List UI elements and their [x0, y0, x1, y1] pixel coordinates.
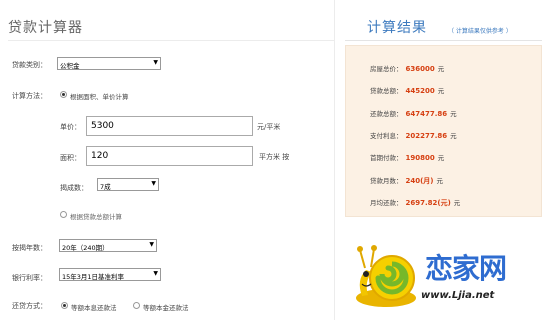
calc-method-total-label: 根据贷款总额计算: [70, 213, 122, 221]
unit-price-input[interactable]: 5300: [86, 116, 253, 136]
result-row: 房屋总价： 636000 元: [370, 63, 444, 73]
brand-logo-text: 恋家网: [425, 252, 507, 285]
title-divider: [8, 40, 334, 41]
calc-method-area-radio[interactable]: [60, 91, 67, 98]
result-unit: 元: [450, 132, 457, 140]
result-row: 首期付款： 190800 元: [370, 152, 444, 162]
years-select[interactable]: 20年（240期） ▼: [59, 239, 157, 252]
rate-value: 15年3月1日基准利率: [62, 273, 125, 281]
result-value: 190800: [405, 154, 435, 162]
result-unit: 元: [436, 177, 444, 185]
result-title: 计算结果: [367, 20, 427, 36]
years-value: 20年（240期）: [62, 244, 109, 252]
result-row: 贷款月数： 240(月) 元: [370, 175, 443, 186]
result-label: 还款总额：: [370, 110, 403, 118]
calc-method-area-label: 根据面积、单价计算: [70, 93, 129, 101]
result-label: 首期付款：: [370, 154, 403, 162]
result-row: 支付利息： 202277.86 元: [370, 130, 457, 140]
result-unit: 元: [437, 65, 445, 73]
repay-equal-interest-label: 等额本息还款法: [71, 304, 117, 312]
loan-type-label: 贷款类别：: [12, 61, 47, 69]
loan-type-value: 公积金: [60, 62, 80, 70]
unit-price-unit: 元/平米: [257, 123, 281, 131]
calc-method-total-radio[interactable]: [60, 211, 67, 218]
result-label: 贷款月数：: [370, 177, 403, 185]
result-divider: [345, 40, 542, 41]
area-label: 面积：: [60, 154, 81, 162]
area-input[interactable]: 120: [86, 146, 253, 166]
result-note: （ 计算结果仅供参考 ）: [448, 28, 512, 35]
calc-method-label: 计算方法：: [12, 92, 47, 100]
result-value: 2697.82(元): [405, 199, 451, 207]
down-ratio-label: 揭成数：: [60, 184, 88, 192]
chevron-down-icon: ▼: [151, 180, 156, 187]
result-value: 636000: [405, 65, 435, 73]
result-unit: 元: [453, 199, 461, 207]
result-unit: 元: [437, 87, 445, 95]
result-value: 647477.86: [405, 110, 448, 118]
result-value: 240(月): [405, 177, 434, 185]
result-row: 贷款总额： 445200 元: [370, 85, 444, 95]
repay-equal-interest-radio[interactable]: [61, 302, 68, 309]
years-label: 按揭年数：: [12, 244, 47, 252]
rate-select[interactable]: 15年3月1日基准利率 ▼: [59, 268, 161, 281]
down-ratio-select[interactable]: 7成 ▼: [97, 178, 159, 191]
down-ratio-value: 7成: [100, 183, 111, 191]
area-unit: 平方米 按: [259, 153, 290, 161]
calculator-title: 贷款计算器: [8, 20, 83, 36]
loan-type-select[interactable]: 公积金 ▼: [57, 57, 161, 70]
result-value: 202277.86: [405, 132, 448, 140]
chevron-down-icon: ▼: [153, 59, 158, 66]
result-row: 还款总额： 647477.86 元: [370, 108, 457, 118]
unit-price-label: 单价：: [60, 123, 81, 131]
result-value: 445200: [405, 87, 435, 95]
result-label: 贷款总额：: [370, 87, 403, 95]
result-row: 月均还款： 2697.82(元) 元: [370, 197, 460, 208]
result-unit: 元: [450, 110, 457, 118]
rate-label: 银行利率：: [12, 274, 47, 282]
result-label: 支付利息：: [370, 132, 403, 140]
brand-url: www.Ljia.net: [421, 290, 495, 301]
repay-equal-principal-radio[interactable]: [133, 302, 140, 309]
column-divider: [334, 0, 335, 320]
repay-equal-principal-label: 等额本金还款法: [143, 304, 189, 312]
repay-label: 还贷方式：: [12, 302, 47, 310]
result-label: 房屋总价：: [370, 65, 403, 73]
chevron-down-icon: ▼: [153, 270, 158, 277]
result-panel: 房屋总价： 636000 元 贷款总额： 445200 元 还款总额： 647477.86…: [345, 45, 542, 217]
chevron-down-icon: ▼: [149, 241, 154, 248]
result-label: 月均还款：: [370, 199, 403, 207]
result-unit: 元: [437, 154, 445, 162]
